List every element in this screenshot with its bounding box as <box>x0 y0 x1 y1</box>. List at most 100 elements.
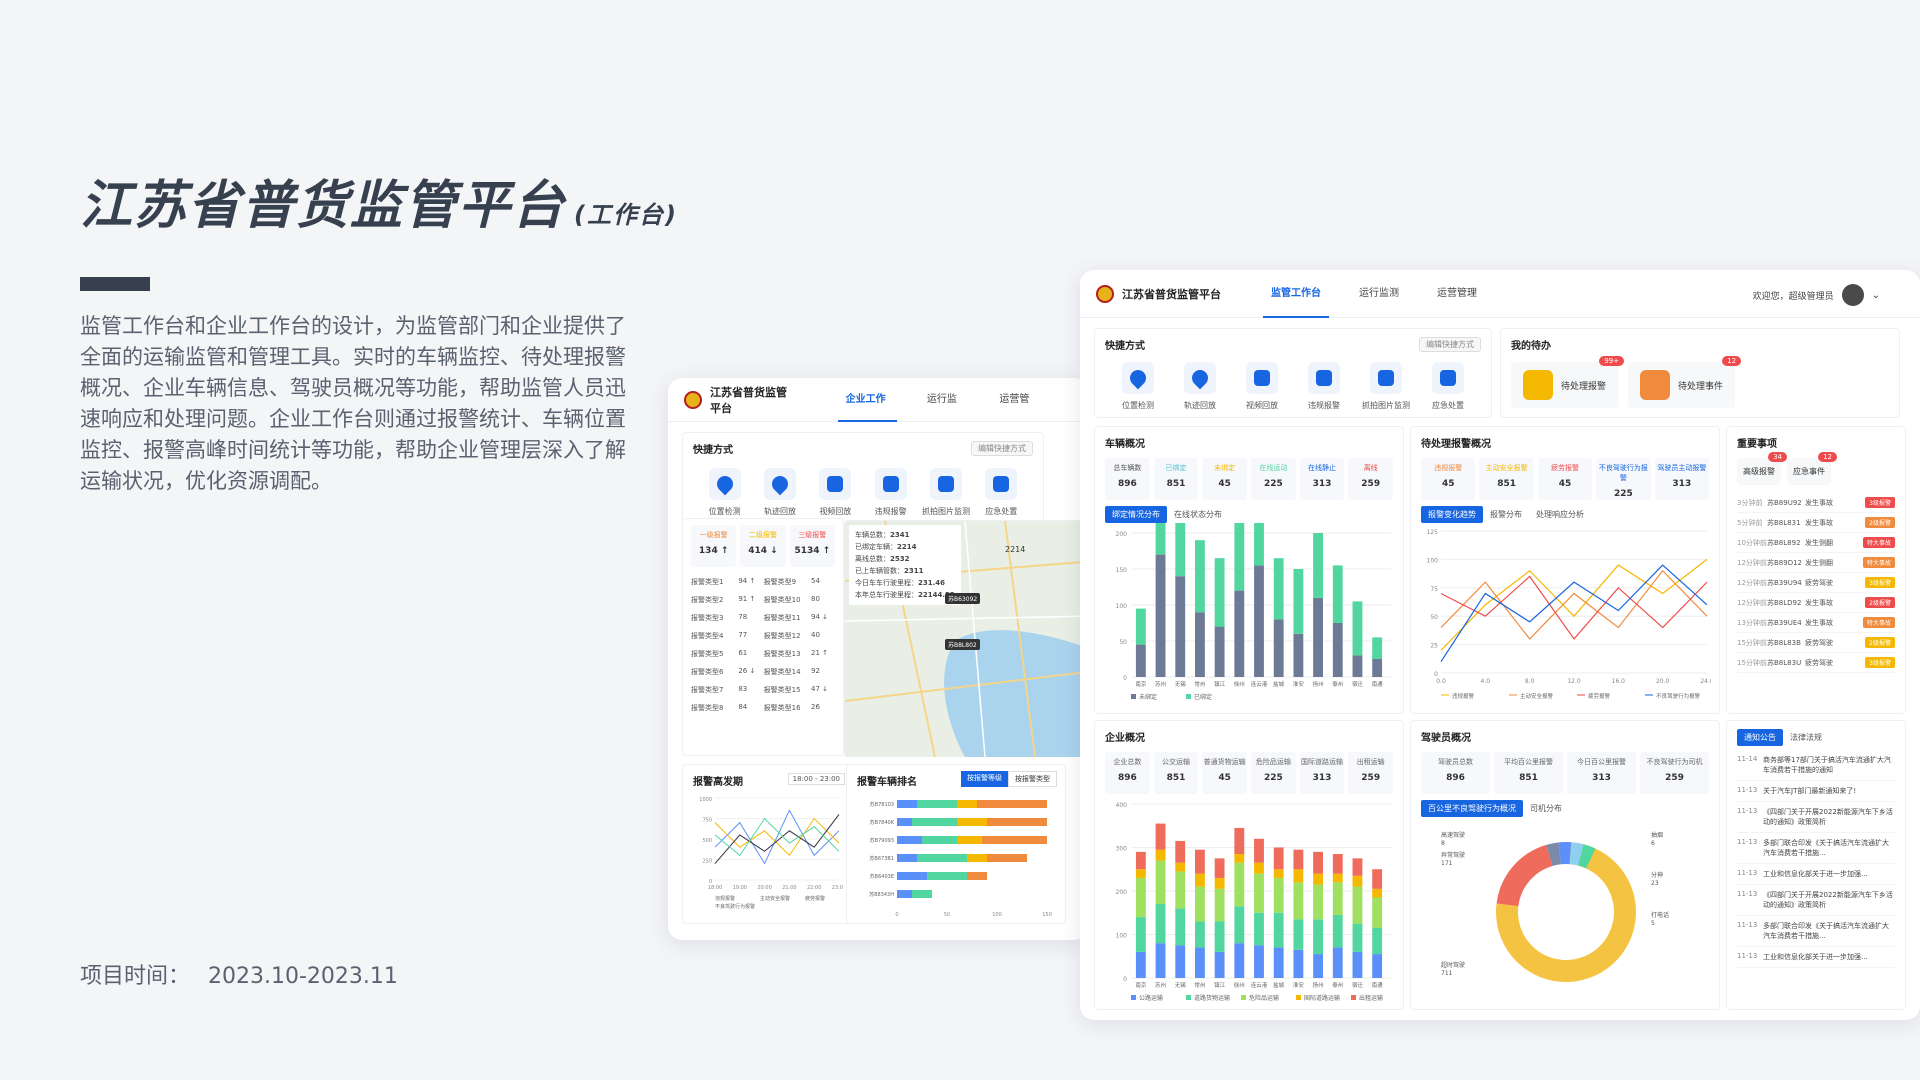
donut-value: 23 <box>1651 880 1659 887</box>
user-menu[interactable]: 欢迎您，超级管理员 ⌄ <box>1753 284 1880 306</box>
stat-card[interactable]: 不良驾驶行为司机 259 <box>1640 752 1709 794</box>
stat-card[interactable]: 企业总数 896 <box>1105 752 1150 794</box>
stat-card[interactable]: 在线运动 225 <box>1251 458 1296 500</box>
quick-location[interactable]: 位置检测 <box>697 468 752 517</box>
y-tick-label: 200 <box>1116 889 1128 896</box>
quick-alarm[interactable]: 违规报警 <box>1295 362 1353 411</box>
list-item[interactable]: 5分钟前 苏B8L831 发生事故 2级报警 <box>1737 513 1895 533</box>
quick-location[interactable]: 位置检测 <box>1109 362 1167 411</box>
y-tick-label: 750 <box>702 818 712 824</box>
quick-image[interactable]: 抓拍图片监测 <box>1357 362 1415 411</box>
edit-quick-button[interactable]: 编辑快捷方式 <box>1419 337 1481 352</box>
tab-enterprise[interactable]: 企业工作台 <box>837 378 898 449</box>
stat-card[interactable]: 疲劳报警 45 <box>1537 458 1593 500</box>
x-tick-label: 淮安 <box>1293 680 1305 688</box>
notice-item[interactable]: 11-13 多部门联合印发《关于搞活汽车流通扩大汽车消费若干措施... <box>1737 833 1895 864</box>
notice-item[interactable]: 11-13 工业和信息化部关于进一步加强... <box>1737 947 1895 968</box>
notice-item[interactable]: 11-13 关于汽车JT部门最新通知来了! <box>1737 781 1895 802</box>
stat-card[interactable]: 驾驶员总数 896 <box>1421 752 1490 794</box>
tab-operations[interactable]: 运营管理 <box>999 378 1034 449</box>
bar <box>1155 849 1166 861</box>
stat-card[interactable]: 主动安全报警 851 <box>1479 458 1534 500</box>
tab-trend[interactable]: 报警变化趋势 <box>1421 506 1483 523</box>
tab-bind[interactable]: 绑定情况分布 <box>1105 506 1167 523</box>
alarm-level-card[interactable]: 二级报警 414 ↓ <box>740 525 786 567</box>
legend-label: 违规报警 <box>715 895 735 902</box>
time-range-picker[interactable]: 18:00 - 23:00 <box>787 773 845 785</box>
stat-card[interactable]: 国际道路运输 313 <box>1299 752 1345 794</box>
stat-card[interactable]: 普通货物运输 45 <box>1202 752 1248 794</box>
tab-notice[interactable]: 通知公告 <box>1737 729 1783 746</box>
quick-track[interactable]: 轨迹回放 <box>1171 362 1229 411</box>
quick-emergency[interactable]: 应急处置 <box>1419 362 1477 411</box>
important-box[interactable]: 高级报警 34 <box>1737 452 1787 485</box>
map-stat: 今日车车行驶里程：231.46 <box>855 579 946 587</box>
alarm-level-card[interactable]: 一级报警 134 ↑ <box>691 525 737 567</box>
stat-card[interactable]: 出租运输 259 <box>1348 752 1394 794</box>
quick-alarm[interactable]: 违规报警 <box>863 468 918 517</box>
bar <box>897 818 912 826</box>
list-item[interactable]: 12分钟前 苏B39U94 疲劳驾驶 3级报警 <box>1737 573 1895 593</box>
quick-track[interactable]: 轨迹回放 <box>752 468 807 517</box>
vehicle-marker[interactable]: 苏B63092 <box>945 593 981 604</box>
list-item[interactable]: 12分钟前 苏B89D12 发生侧翻 特大事故 <box>1737 553 1895 573</box>
bar <box>1135 951 1146 978</box>
alarm-level-card[interactable]: 三级报警 5134 ↑ <box>789 525 835 567</box>
stat-card[interactable]: 已绑定 851 <box>1153 458 1199 500</box>
tab-response[interactable]: 处理响应分析 <box>1529 506 1591 523</box>
chevron-down-icon[interactable]: ⌄ <box>1872 290 1880 301</box>
edit-quick-button[interactable]: 编辑快捷方式 <box>971 441 1033 456</box>
x-tick-label: 镇江 <box>1214 680 1226 688</box>
tab-monitor[interactable]: 运行监测 <box>927 378 962 449</box>
avatar[interactable] <box>1841 284 1864 306</box>
tab-law[interactable]: 法律法规 <box>1783 729 1829 746</box>
list-item[interactable]: 15分钟前 苏B8L83U 疲劳驾驶 3级报警 <box>1737 653 1895 673</box>
tab-rank-level[interactable]: 按报警等级 <box>961 771 1008 787</box>
bar <box>1135 644 1146 677</box>
notice-item[interactable]: 11-13 《四部门关于开展2022新能源汽车下乡活动的通知》政策简析 <box>1737 802 1895 833</box>
stat-card[interactable]: 违规报警 45 <box>1421 458 1476 500</box>
stat-card[interactable]: 平均百公里报警 851 <box>1494 752 1563 794</box>
tab-supervision[interactable]: 监管工作台 <box>1263 270 1329 318</box>
stat-card[interactable]: 总车辆数 896 <box>1105 458 1150 500</box>
tab-rank-type[interactable]: 按报警类型 <box>1008 771 1057 787</box>
bar <box>912 818 957 826</box>
stat-card[interactable]: 危险品运输 225 <box>1251 752 1296 794</box>
alarm-type-row: 报警类型8 84 报警类型16 26 <box>691 703 820 712</box>
list-item[interactable]: 12分钟前 苏B8LD92 发生事故 2级报警 <box>1737 593 1895 613</box>
todo-item[interactable]: 待处理事件 12 <box>1628 356 1742 408</box>
stat-card[interactable]: 公交运输 851 <box>1153 752 1199 794</box>
stat-card[interactable]: 在线静止 313 <box>1299 458 1345 500</box>
important-box[interactable]: 应急事件 12 <box>1787 452 1837 485</box>
quick-video[interactable]: 视频回放 <box>1233 362 1291 411</box>
vehicle-marker[interactable]: 苏B8L802 <box>945 639 980 650</box>
notice-item[interactable]: 11-14 商务部等17部门关于搞活汽车流通扩大汽车消费若干措施的通知 <box>1737 750 1895 781</box>
quick-video[interactable]: 视频回放 <box>808 468 863 517</box>
quick-image[interactable]: 抓拍图片监测 <box>918 468 973 517</box>
stat-card[interactable]: 未绑定 45 <box>1202 458 1248 500</box>
tab-driver-distribution[interactable]: 司机分布 <box>1523 800 1569 817</box>
todo-item[interactable]: 待处理报警 99+ <box>1511 356 1625 408</box>
notice-item[interactable]: 11-13 《四部门关于开展2022新能源汽车下乡活动的通知》政策简析 <box>1737 885 1895 916</box>
list-item[interactable]: 13分钟前 苏B39UE4 发生事故 特大事故 <box>1737 613 1895 633</box>
notice-item[interactable]: 11-13 工业和信息化部关于进一步加强... <box>1737 864 1895 885</box>
important-title: 重要事项 <box>1737 439 1777 450</box>
stat-card[interactable]: 离线 259 <box>1348 458 1394 500</box>
status-badge: 2级报警 <box>1865 637 1895 648</box>
bar <box>1273 558 1284 620</box>
bar <box>1273 869 1284 878</box>
legend-swatch <box>1296 995 1301 1000</box>
notice-item[interactable]: 11-13 多部门联合印发《关于搞活汽车流通扩大汽车消费若干措施... <box>1737 916 1895 947</box>
stat-card[interactable]: 不良驾驶行为报警 225 <box>1596 458 1651 500</box>
stat-card[interactable]: 驾驶员主动报警 313 <box>1654 458 1710 500</box>
quick-emergency[interactable]: 应急处置 <box>974 468 1029 517</box>
tab-driver-behavior[interactable]: 百公里不良驾驶行为概况 <box>1421 800 1523 817</box>
list-item[interactable]: 15分钟前 苏B8L83B 疲劳驾驶 2级报警 <box>1737 633 1895 653</box>
list-item[interactable]: 10分钟前 苏B8L892 发生侧翻 特大事故 <box>1737 533 1895 553</box>
stat-card[interactable]: 今日百公里报警 313 <box>1567 752 1636 794</box>
tab-online[interactable]: 在线状态分布 <box>1167 506 1229 523</box>
list-item[interactable]: 3分钟前 苏B89U92 发生事故 3级报警 <box>1737 493 1895 513</box>
tab-monitor[interactable]: 运行监测 <box>1359 270 1399 318</box>
tab-distribution[interactable]: 报警分布 <box>1483 506 1529 523</box>
tab-operations[interactable]: 运营管理 <box>1437 270 1477 318</box>
